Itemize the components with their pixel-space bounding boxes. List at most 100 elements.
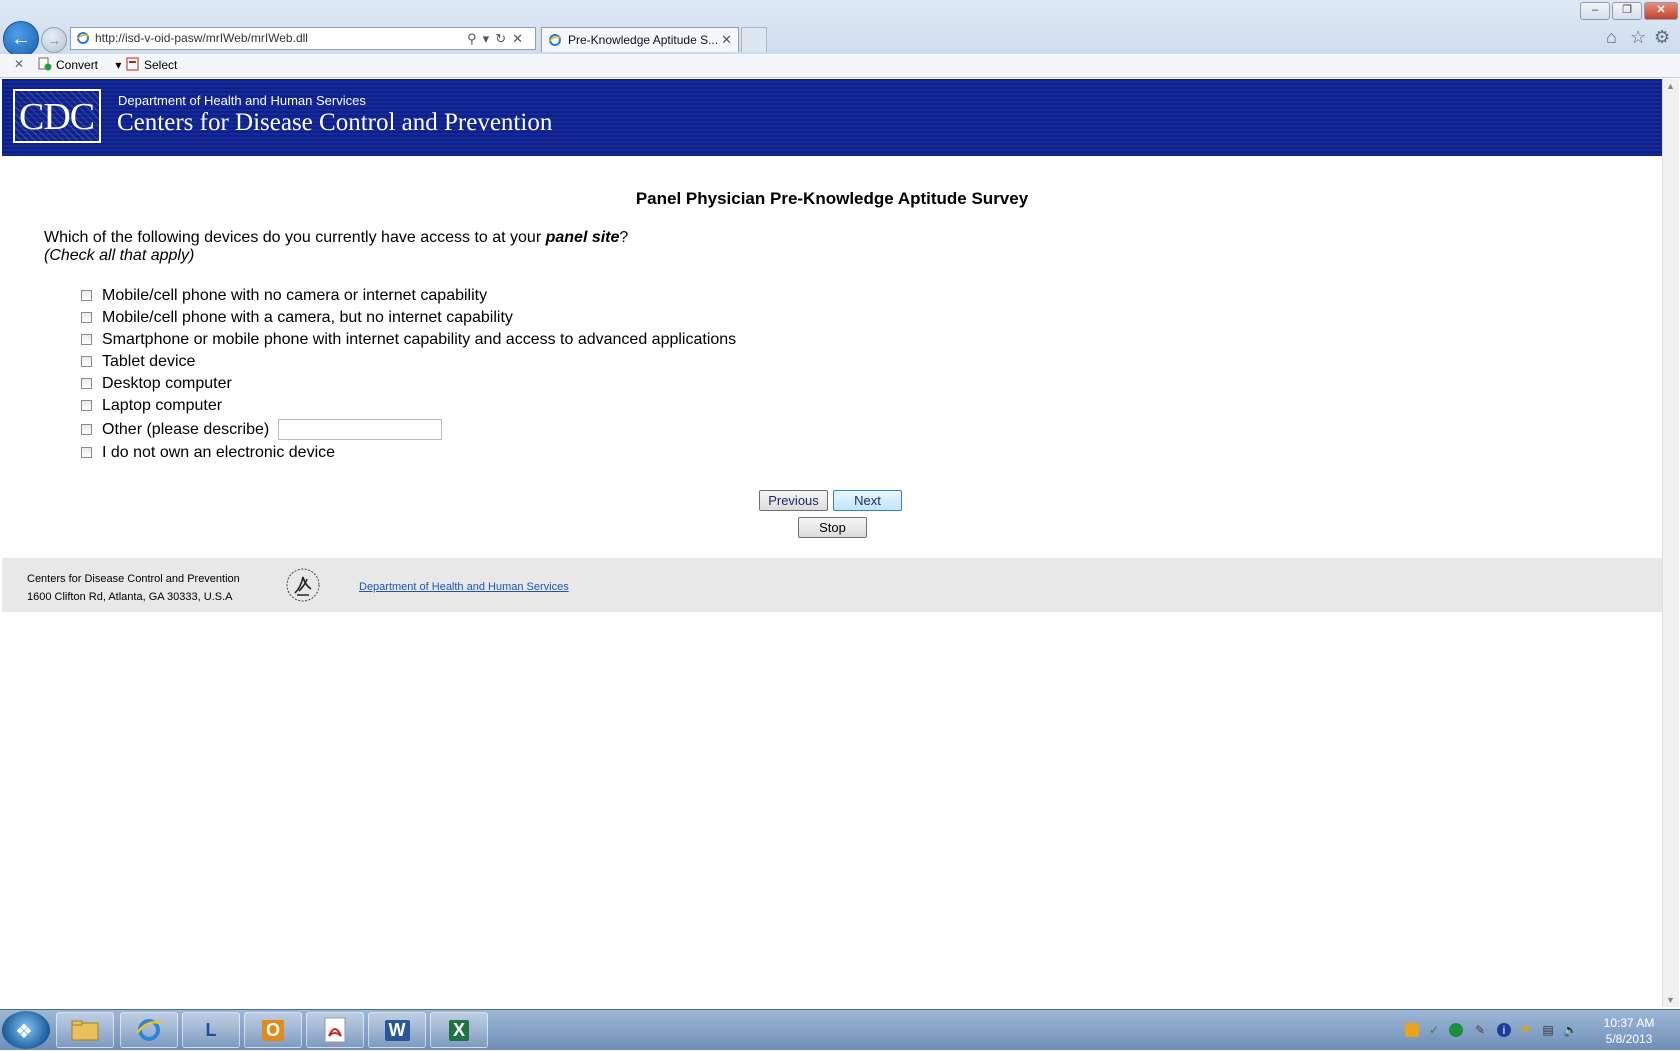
volume-icon[interactable]: 🔈 bbox=[1563, 1023, 1578, 1037]
clock-time: 10:37 AM bbox=[1603, 1016, 1655, 1030]
stop-load-icon[interactable]: ✕ bbox=[512, 31, 529, 46]
windows-logo-icon: ❖ bbox=[15, 1021, 33, 1043]
option-label: Laptop computer bbox=[102, 397, 223, 414]
outlook-icon: O bbox=[261, 1019, 284, 1041]
tab-close-icon[interactable]: ✕ bbox=[721, 28, 732, 52]
arrow-right-icon: → bbox=[47, 32, 61, 48]
department-name: Department of Health and Human Services bbox=[118, 93, 366, 108]
outlook-tray-icon[interactable] bbox=[1405, 1023, 1419, 1037]
other-describe-input[interactable] bbox=[277, 419, 442, 441]
info-icon[interactable]: i bbox=[1497, 1023, 1511, 1037]
next-button[interactable]: Next bbox=[833, 490, 902, 511]
taskbar-lync[interactable]: L bbox=[182, 1012, 240, 1048]
option-label: Mobile/cell phone with a camera, but no … bbox=[102, 309, 513, 326]
cdc-logo-text: CDC bbox=[19, 96, 95, 138]
taskbar-word[interactable]: W bbox=[368, 1012, 426, 1048]
page-viewport: CDC Department of Health and Human Servi… bbox=[2, 79, 1662, 1007]
command-bar: ✕ Convert ▾ Select bbox=[0, 54, 1680, 78]
checkbox-desktop[interactable] bbox=[81, 378, 92, 389]
footer-address-block: Centers for Disease Control and Preventi… bbox=[27, 570, 240, 606]
footer-address: 1600 Clifton Rd, Atlanta, GA 30333, U.S.… bbox=[27, 591, 233, 603]
page-footer: Centers for Disease Control and Preventi… bbox=[2, 558, 1662, 612]
option-no-device: I do not own an electronic device bbox=[81, 442, 736, 464]
taskbar-outlook[interactable]: O bbox=[244, 1012, 302, 1048]
device-options-list: Mobile/cell phone with no camera or inte… bbox=[81, 285, 736, 464]
network-icon[interactable]: ▤ bbox=[1541, 1023, 1555, 1037]
back-button[interactable]: ← bbox=[3, 21, 39, 57]
dropdown-icon[interactable]: ▾ bbox=[483, 31, 496, 46]
survey-title: Panel Physician Pre-Knowledge Aptitude S… bbox=[635, 189, 1029, 208]
home-icon[interactable]: ⌂ bbox=[1606, 27, 1617, 48]
option-smartphone: Smartphone or mobile phone with internet… bbox=[81, 329, 736, 351]
shield-check-icon[interactable]: ✓ bbox=[1427, 1023, 1441, 1037]
address-bar[interactable]: http://isd-v-oid-pasw/mrIWeb/mrIWeb.dll … bbox=[70, 27, 536, 50]
taskbar-acrobat[interactable] bbox=[306, 1012, 364, 1048]
scroll-down-icon[interactable]: ▼ bbox=[1666, 995, 1675, 1005]
flag-icon[interactable]: ⚑ bbox=[1519, 1023, 1533, 1037]
taskbar-clock[interactable]: 10:37 AM 5/8/2013 bbox=[1594, 1015, 1664, 1047]
hhs-eagle-logo bbox=[286, 568, 320, 602]
chevron-down-icon[interactable]: ▾ bbox=[115, 58, 121, 72]
tab-title: Pre-Knowledge Aptitude S... bbox=[568, 33, 719, 47]
cdc-logo[interactable]: CDC bbox=[13, 89, 101, 143]
question-note: (Check all that apply) bbox=[44, 247, 195, 264]
arrow-left-icon: ← bbox=[11, 27, 31, 50]
checkbox-tablet[interactable] bbox=[81, 356, 92, 367]
select-label: Select bbox=[144, 58, 178, 72]
minimize-button[interactable]: – bbox=[1580, 2, 1610, 20]
address-bar-icons: ⚲▾↻✕ bbox=[467, 28, 529, 49]
network-sync-icon[interactable] bbox=[1449, 1023, 1463, 1037]
hhs-link[interactable]: Department of Health and Human Services bbox=[359, 581, 569, 593]
ie-tab-icon bbox=[548, 34, 562, 46]
question-emphasis: panel site bbox=[545, 229, 620, 246]
ie-page-icon bbox=[76, 32, 90, 44]
search-icon[interactable]: ⚲ bbox=[467, 31, 483, 46]
close-window-button[interactable]: ✕ bbox=[1644, 2, 1678, 20]
convert-pdf-icon bbox=[38, 57, 52, 71]
pen-icon[interactable]: ✎ bbox=[1473, 1023, 1487, 1037]
vertical-scrollbar[interactable]: ▲ ▼ bbox=[1662, 79, 1679, 1007]
tab-survey[interactable]: Pre-Knowledge Aptitude S... ✕ bbox=[541, 27, 739, 52]
cdc-header-banner: CDC Department of Health and Human Servi… bbox=[2, 79, 1662, 156]
maximize-button[interactable]: ❐ bbox=[1612, 2, 1642, 20]
option-label: Desktop computer bbox=[102, 375, 232, 392]
folder-icon bbox=[71, 1020, 99, 1041]
question-text: Which of the following devices do you cu… bbox=[44, 229, 628, 265]
scroll-up-icon[interactable]: ▲ bbox=[1666, 81, 1675, 91]
taskbar-internet-explorer[interactable] bbox=[120, 1012, 178, 1048]
previous-button[interactable]: Previous bbox=[759, 490, 828, 511]
url-text: http://isd-v-oid-pasw/mrIWeb/mrIWeb.dll bbox=[95, 31, 308, 45]
option-desktop: Desktop computer bbox=[81, 373, 736, 395]
command-bar-close-icon[interactable]: ✕ bbox=[14, 57, 24, 71]
select-button[interactable]: Select bbox=[126, 57, 177, 72]
start-button[interactable]: ❖ bbox=[2, 1011, 50, 1049]
option-laptop: Laptop computer bbox=[81, 395, 736, 417]
windows-taskbar: ❖ L O W X ✓ ✎ i ⚑ ▤ 🔈 10:37 AM 5/8/2013 bbox=[0, 1009, 1680, 1050]
checkbox-mobile-no-camera[interactable] bbox=[81, 290, 92, 301]
refresh-icon[interactable]: ↻ bbox=[495, 31, 512, 46]
question-prefix: Which of the following devices do you cu… bbox=[44, 229, 546, 246]
word-icon: W bbox=[384, 1019, 410, 1041]
option-mobile-no-camera: Mobile/cell phone with no camera or inte… bbox=[81, 285, 736, 307]
convert-button[interactable]: Convert ▾ bbox=[38, 57, 121, 72]
browser-titlebar: ← → http://isd-v-oid-pasw/mrIWeb/mrIWeb.… bbox=[0, 0, 1680, 57]
stop-button[interactable]: Stop bbox=[798, 517, 867, 538]
gear-icon[interactable]: ⚙ bbox=[1654, 27, 1670, 48]
agency-name: Centers for Disease Control and Preventi… bbox=[117, 109, 553, 136]
checkbox-laptop[interactable] bbox=[81, 400, 92, 411]
option-tablet: Tablet device bbox=[81, 351, 736, 373]
new-tab-button[interactable] bbox=[741, 27, 767, 52]
checkbox-smartphone[interactable] bbox=[81, 334, 92, 345]
pdf-icon bbox=[324, 1017, 346, 1043]
checkbox-mobile-camera[interactable] bbox=[81, 312, 92, 323]
checkbox-no-device[interactable] bbox=[81, 447, 92, 458]
option-label: I do not own an electronic device bbox=[102, 444, 336, 461]
option-label: Mobile/cell phone with no camera or inte… bbox=[102, 287, 488, 304]
taskbar-excel[interactable]: X bbox=[430, 1012, 488, 1048]
checkbox-other[interactable] bbox=[81, 424, 92, 435]
excel-icon: X bbox=[448, 1019, 469, 1041]
footer-org-name: Centers for Disease Control and Preventi… bbox=[27, 573, 240, 585]
forward-button[interactable]: → bbox=[41, 27, 67, 53]
taskbar-file-explorer[interactable] bbox=[56, 1012, 114, 1048]
favorites-star-icon[interactable]: ☆ bbox=[1630, 27, 1646, 48]
